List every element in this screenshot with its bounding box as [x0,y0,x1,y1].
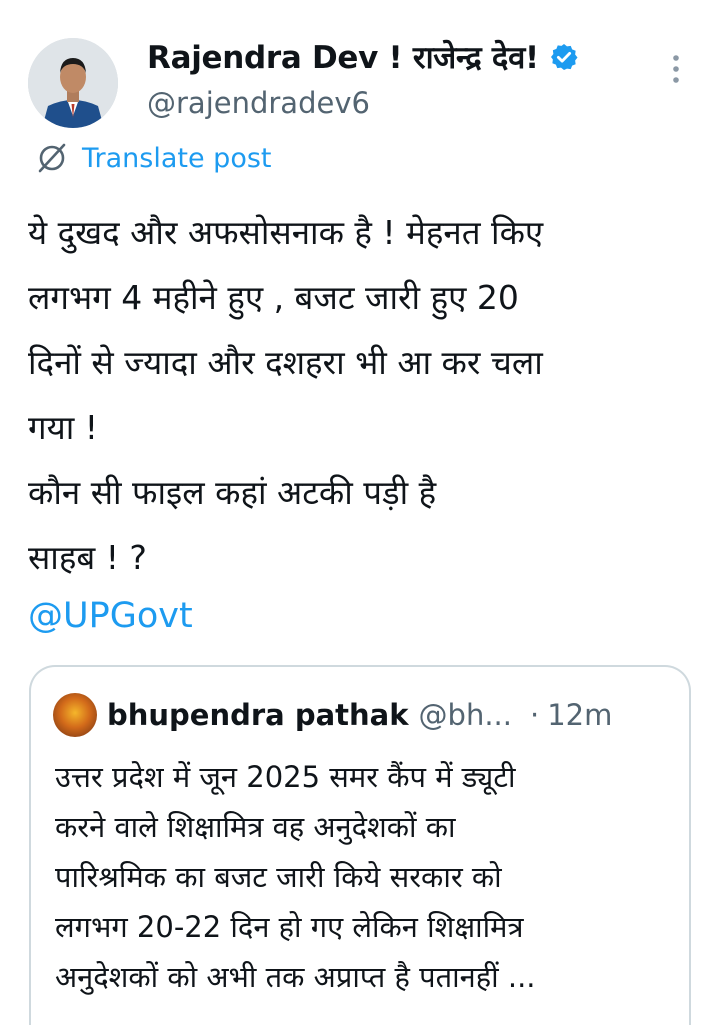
post-line: कौन सी फाइल कहां अटकी पड़ी है [28,473,437,512]
post-line: दिनों से ज्यादा और दशहरा भी आ कर चला [28,343,543,382]
quoted-author-handle: @bh... [418,698,512,732]
quoted-post-card[interactable]: bhupendra pathak @bh... · 12m उत्तर प्रद… [29,665,691,1025]
quoted-post-line: अनुदेशकों को अभी तक अप्राप्त है पतानहीं … [55,960,536,994]
author-display-name[interactable]: Rajendra Dev ! राजेन्द्र देव! [147,36,539,78]
quoted-post-line: उत्तर प्रदेश में जून 2025 समर कैंप में ड… [55,760,516,794]
quoted-post-line: लगभग 20-22 दिन हो गए लेकिन शिक्षामित्र [55,910,524,944]
avatar-photo [28,38,118,128]
post-line: ये दुखद और अफसोसनाक है ! मेहनत किए [28,213,544,252]
more-vertical-icon[interactable] [670,54,682,84]
post-line: गया ! [28,408,98,447]
quoted-post-line: करने वाले शिक्षामित्र वह अनुदेशकों का [55,810,456,844]
quoted-post-text: उत्तर प्रदेश में जून 2025 समर कैंप में ड… [55,752,680,1002]
quoted-post-header: bhupendra pathak @bh... · 12m [53,693,612,737]
quoted-post-timestamp: 12m [547,698,613,732]
translate-post-label: Translate post [82,142,272,174]
author-avatar[interactable] [28,38,118,128]
translate-post-link[interactable]: Translate post [32,140,272,176]
quoted-author-name: bhupendra pathak [107,698,409,732]
translate-globe-icon [32,140,72,176]
separator-dot: · [530,698,540,732]
mention-link[interactable]: @UPGovt [28,596,193,636]
author-handle[interactable]: @rajendradev6 [147,86,370,120]
quoted-author-avatar [53,693,97,737]
post-text: ये दुखद और अफसोसनाक है ! मेहनत किए लगभग … [28,200,698,590]
author-name-row[interactable]: Rajendra Dev ! राजेन्द्र देव! [147,36,579,78]
verified-badge-icon [549,42,579,72]
post-line: साहब ! ? [28,538,147,577]
post-line: लगभग 4 महीने हुए , बजट जारी हुए 20 [28,278,519,317]
quoted-post-line: पारिश्रमिक का बजट जारी किये सरकार को [55,860,502,894]
